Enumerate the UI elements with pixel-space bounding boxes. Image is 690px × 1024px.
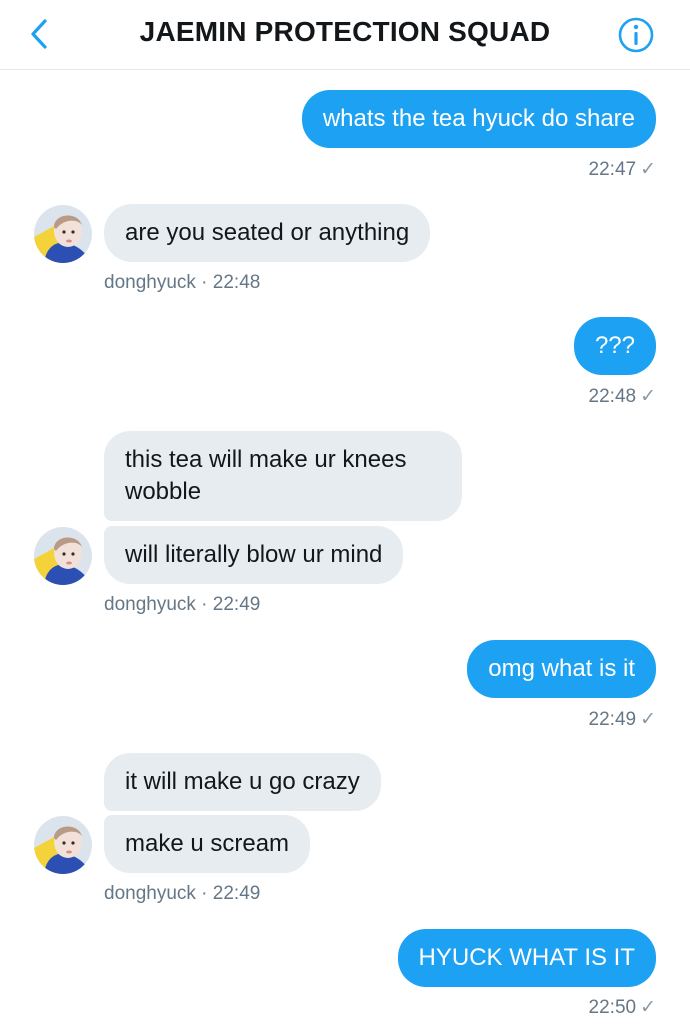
- sent-check-icon: ✓: [640, 709, 656, 730]
- message-meta: 22:49 ✓: [589, 708, 656, 731]
- message-time: 22:49: [588, 709, 637, 730]
- conversation-header: JAEMIN PROTECTION SQUAD: [0, 0, 690, 70]
- outgoing-message-bubble[interactable]: HYUCK WHAT IS IT: [397, 929, 656, 987]
- meta-separator: ·: [195, 883, 213, 904]
- message-meta: 22:47 ✓: [589, 158, 656, 181]
- outgoing-message-bubble[interactable]: ???: [573, 317, 656, 375]
- avatar[interactable]: [34, 527, 92, 585]
- sent-check-icon: ✓: [640, 997, 656, 1018]
- message-time: 22:49: [212, 594, 261, 615]
- message-meta: donghyuck · 22:48: [104, 272, 260, 294]
- avatar[interactable]: [34, 816, 92, 874]
- sender-name: donghyuck: [104, 594, 196, 615]
- sent-check-icon: ✓: [640, 159, 656, 180]
- message-time: 22:49: [212, 883, 261, 904]
- meta-separator: ·: [195, 272, 213, 293]
- info-button[interactable]: [616, 15, 656, 55]
- sender-name: donghyuck: [104, 272, 196, 293]
- sent-check-icon: ✓: [640, 386, 656, 407]
- incoming-message-bubble[interactable]: this tea will make ur knees wobble: [104, 431, 462, 521]
- message-meta: 22:48 ✓: [589, 385, 656, 408]
- incoming-message-bubble[interactable]: are you seated or anything: [104, 204, 431, 262]
- message-meta: 22:50 ✓: [589, 996, 656, 1019]
- message-time: 22:48: [588, 386, 637, 407]
- message-time: 22:48: [212, 272, 261, 293]
- conversation-title: JAEMIN PROTECTION SQUAD: [139, 16, 551, 47]
- message-meta: donghyuck · 22:49: [104, 594, 260, 616]
- outgoing-message-bubble[interactable]: whats the tea hyuck do share: [301, 90, 656, 148]
- incoming-message-bubble[interactable]: it will make u go crazy: [104, 753, 381, 811]
- message-time: 22:47: [588, 159, 637, 180]
- message-time: 22:50: [588, 997, 637, 1018]
- outgoing-message-bubble[interactable]: omg what is it: [467, 640, 656, 698]
- info-icon: [618, 17, 654, 53]
- incoming-message-bubble[interactable]: make u scream: [104, 815, 311, 873]
- avatar[interactable]: [34, 205, 92, 263]
- sender-name: donghyuck: [104, 883, 196, 904]
- message-meta: donghyuck · 22:49: [104, 883, 260, 905]
- meta-separator: ·: [195, 594, 213, 615]
- incoming-message-bubble[interactable]: will literally blow ur mind: [104, 526, 404, 584]
